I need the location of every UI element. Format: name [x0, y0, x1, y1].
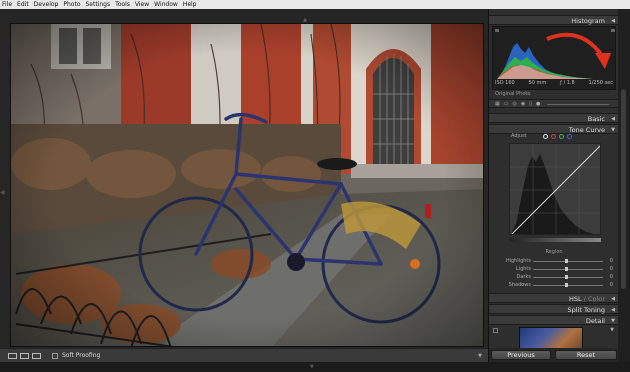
detail-preview-checkbox[interactable] [493, 328, 498, 333]
redeye-icon[interactable]: ◉ [521, 101, 525, 107]
hsl-collapse-icon[interactable]: ◀ [611, 296, 615, 302]
shadows-label: Shadows [508, 282, 531, 288]
adjust-label: Adjust [511, 133, 527, 139]
hsl-title: HSL / Color [569, 295, 605, 303]
highlights-row: Highlights 0 [493, 258, 615, 265]
tone-curve-svg [510, 144, 600, 234]
photo-workspace: ▲ ◀ [0, 9, 488, 348]
menu-bar: File Edit Develop Photo Settings Tools V… [0, 0, 630, 9]
highlights-slider[interactable] [533, 261, 603, 262]
color-label[interactable]: Color [588, 295, 605, 303]
compare-view-icon[interactable] [32, 352, 41, 359]
basic-header[interactable]: Basic ◀ [489, 113, 619, 123]
menu-develop[interactable]: Develop [34, 0, 59, 9]
menu-settings[interactable]: Settings [86, 0, 111, 9]
photo-preview[interactable] [10, 23, 484, 347]
darks-knob[interactable] [565, 275, 568, 279]
menu-edit[interactable]: Edit [17, 0, 29, 9]
scrollbar-thumb[interactable] [621, 89, 626, 289]
before-after-icon[interactable] [20, 352, 29, 359]
focal-length: 50 mm [528, 80, 547, 86]
develop-panel: Histogram ◀ ISO 160 50 mm ƒ / 1.8 1/250 … [488, 9, 619, 362]
crop-tool-icon[interactable]: ▭ [504, 101, 509, 107]
filmstrip-bar: ▼ [0, 362, 630, 372]
lights-slider[interactable] [533, 269, 603, 270]
menu-view[interactable]: View [135, 0, 149, 9]
darks-label: Darks [516, 274, 531, 280]
curve-controls: Adjust [495, 133, 615, 141]
soft-proofing-checkbox[interactable] [52, 352, 58, 359]
grid-tool-icon[interactable]: ▦ [495, 101, 500, 107]
histogram-collapse-icon[interactable]: ◀ [611, 18, 615, 24]
highlights-label: Highlights [505, 258, 531, 264]
lights-label: Lights [515, 266, 531, 272]
channel-red-dot[interactable] [551, 134, 556, 139]
highlights-knob[interactable] [565, 259, 568, 263]
menu-tools[interactable]: Tools [115, 0, 130, 9]
tool-strip: ▦ ▭ ◎ ◉ ▯ ● [489, 99, 619, 108]
soft-proofing-label: Soft Proofing [62, 352, 101, 359]
shadows-value[interactable]: 0 [610, 282, 613, 288]
tool-slider[interactable] [547, 104, 609, 105]
shadows-knob[interactable] [565, 283, 568, 287]
spot-removal-icon[interactable]: ◎ [512, 101, 516, 107]
graduated-filter-icon[interactable]: ▯ [529, 101, 532, 107]
camera-info: ISO 160 50 mm ƒ / 1.8 1/250 sec [492, 80, 616, 88]
basic-collapse-icon[interactable]: ◀ [611, 116, 615, 122]
toolbar-menu-icon[interactable]: ▼ [478, 353, 482, 359]
darks-row: Darks 0 [493, 274, 615, 281]
loupe-view-icon[interactable] [8, 352, 17, 359]
lights-row: Lights 0 [493, 266, 615, 273]
iso-value: ISO 160 [495, 80, 515, 86]
darks-slider[interactable] [533, 277, 603, 278]
bottom-toolbar: Soft Proofing ▼ [0, 348, 488, 362]
channel-green-dot[interactable] [559, 134, 564, 139]
previous-button[interactable]: Previous [491, 350, 551, 360]
detail-preview-toggle-icon[interactable]: ▼ [610, 327, 614, 333]
region-label: Region [545, 249, 563, 255]
histogram-title: Histogram [571, 17, 605, 25]
channel-rgb-dot[interactable] [543, 134, 548, 139]
menu-photo[interactable]: Photo [63, 0, 80, 9]
menu-window[interactable]: Window [154, 0, 178, 9]
aperture-value: ƒ / 1.8 [560, 80, 575, 86]
detail-header[interactable]: Detail ▼ [489, 315, 619, 325]
shadows-row: Shadows 0 [493, 282, 615, 289]
histogram-header[interactable]: Histogram ◀ [489, 15, 619, 25]
lights-value[interactable]: 0 [610, 266, 613, 272]
bicycle-photo [11, 24, 483, 346]
brush-icon[interactable]: ● [536, 101, 540, 107]
menu-help[interactable]: Help [183, 0, 197, 9]
lights-knob[interactable] [565, 267, 568, 271]
original-photo-label: Original Photo [495, 91, 531, 97]
expand-bottom-icon[interactable]: ▼ [310, 364, 314, 370]
channel-blue-dot[interactable] [567, 134, 572, 139]
detail-title: Detail [585, 317, 605, 325]
curve-split-slider[interactable] [509, 238, 601, 242]
split-toning-header[interactable]: Split Toning ◀ [489, 304, 619, 314]
reset-button[interactable]: Reset [555, 350, 617, 360]
split-toning-collapse-icon[interactable]: ◀ [611, 307, 615, 313]
highlights-value[interactable]: 0 [610, 258, 613, 264]
expand-left-icon[interactable]: ◀ [0, 189, 5, 199]
basic-title: Basic [587, 115, 605, 123]
menu-file[interactable]: File [2, 0, 12, 9]
tone-curve-graph[interactable] [509, 143, 601, 235]
panel-buttons: Previous Reset [489, 348, 619, 362]
hsl-label: HSL [569, 295, 582, 303]
split-toning-title: Split Toning [567, 306, 606, 314]
panel-scrollbar[interactable] [618, 9, 630, 362]
darks-value[interactable]: 0 [610, 274, 613, 280]
detail-collapse-icon[interactable]: ▼ [611, 318, 615, 324]
detail-preview-thumbnail[interactable] [519, 327, 583, 349]
shutter-speed: 1/250 sec [588, 80, 613, 86]
hsl-header[interactable]: HSL / Color ◀ [489, 293, 619, 303]
shadows-slider[interactable] [533, 285, 603, 286]
